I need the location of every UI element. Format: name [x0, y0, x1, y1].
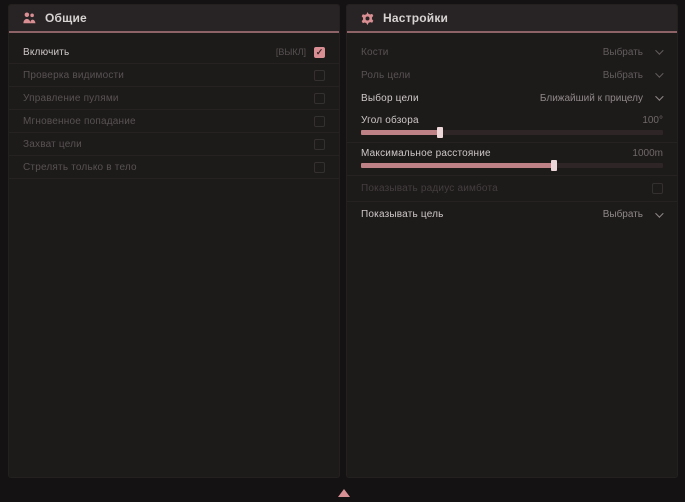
slider-head: Максимальное расстояние 1000m [361, 146, 663, 160]
gear-icon [360, 11, 375, 26]
slider-thumb[interactable] [551, 160, 557, 171]
row-bullet-control: Управление пулями [9, 87, 339, 110]
target-role-dropdown[interactable]: Выбрать [603, 70, 663, 81]
setting-label: Включить [23, 47, 69, 58]
bullet-control-checkbox[interactable] [314, 93, 325, 104]
bones-dropdown[interactable]: Выбрать [603, 47, 663, 58]
people-icon [22, 11, 37, 26]
row-body-only-shoot: Стрелять только в тело [9, 156, 339, 179]
setting-label: Стрелять только в тело [23, 162, 137, 173]
slider-fill [361, 130, 440, 135]
setting-label: Мгновенное попадание [23, 116, 136, 127]
panel-settings-header: Настройки [347, 5, 677, 33]
panel-general: Общие Включить [ВЫКЛ] ✓ Проверка видимос… [8, 4, 340, 478]
enable-checkbox[interactable]: ✓ [314, 47, 325, 58]
row-instant-hit: Мгновенное попадание [9, 110, 339, 133]
chevron-down-icon [655, 92, 663, 100]
setting-label: Угол обзора [361, 115, 419, 126]
body-only-shoot-checkbox[interactable] [314, 162, 325, 173]
row-visibility-check: Проверка видимости [9, 64, 339, 87]
scroll-up-indicator[interactable] [338, 489, 350, 497]
setting-label: Захват цели [23, 139, 82, 150]
row-max-distance: Максимальное расстояние 1000m [347, 143, 677, 176]
row-target-select: Выбор цели Ближайший к прицелу [347, 87, 677, 110]
panels-container: Общие Включить [ВЫКЛ] ✓ Проверка видимос… [8, 4, 678, 478]
panel-general-body: Включить [ВЫКЛ] ✓ Проверка видимости Упр… [9, 33, 339, 179]
setting-label: Управление пулями [23, 93, 119, 104]
row-fov: Угол обзора 100° [347, 110, 677, 143]
max-distance-slider[interactable] [361, 163, 663, 168]
setting-label: Роль цели [361, 70, 410, 81]
dropdown-value: Выбрать [603, 70, 643, 81]
panel-settings: Настройки Кости Выбрать Роль цели Выбрат… [346, 4, 678, 478]
setting-label: Выбор цели [361, 93, 419, 104]
row-target-role: Роль цели Выбрать [347, 64, 677, 87]
panel-title: Общие [45, 11, 87, 25]
slider-head: Угол обзора 100° [361, 113, 663, 127]
panel-general-header: Общие [9, 5, 339, 33]
max-distance-value: 1000m [632, 148, 663, 159]
target-grab-checkbox[interactable] [314, 139, 325, 150]
chevron-down-icon [655, 46, 663, 54]
row-bones: Кости Выбрать [347, 41, 677, 64]
row-controls: [ВЫКЛ] ✓ [276, 47, 325, 58]
show-aimbot-radius-checkbox[interactable] [652, 183, 663, 194]
show-target-dropdown[interactable]: Выбрать [603, 209, 663, 220]
setting-label: Проверка видимости [23, 70, 124, 81]
dropdown-value: Ближайший к прицелу [540, 93, 643, 104]
setting-label: Показывать радиус аимбота [361, 183, 498, 194]
row-enable: Включить [ВЫКЛ] ✓ [9, 41, 339, 64]
check-icon: ✓ [316, 48, 324, 57]
instant-hit-checkbox[interactable] [314, 116, 325, 127]
fov-slider[interactable] [361, 130, 663, 135]
panel-settings-body: Кости Выбрать Роль цели Выбрать Выбор це… [347, 33, 677, 228]
setting-label: Кости [361, 47, 389, 58]
panel-title: Настройки [383, 11, 448, 25]
fov-value: 100° [642, 115, 663, 126]
row-target-grab: Захват цели [9, 133, 339, 156]
visibility-check-checkbox[interactable] [314, 70, 325, 81]
chevron-down-icon [655, 69, 663, 77]
keybind-label: [ВЫКЛ] [276, 47, 306, 57]
setting-label: Максимальное расстояние [361, 148, 491, 159]
chevron-down-icon [655, 209, 663, 217]
target-select-dropdown[interactable]: Ближайший к прицелу [540, 93, 663, 104]
dropdown-value: Выбрать [603, 47, 643, 58]
row-show-target: Показывать цель Выбрать [347, 202, 677, 228]
row-show-aimbot-radius: Показывать радиус аимбота [347, 176, 677, 202]
setting-label: Показывать цель [361, 209, 444, 220]
slider-fill [361, 163, 554, 168]
slider-thumb[interactable] [437, 127, 443, 138]
dropdown-value: Выбрать [603, 209, 643, 220]
